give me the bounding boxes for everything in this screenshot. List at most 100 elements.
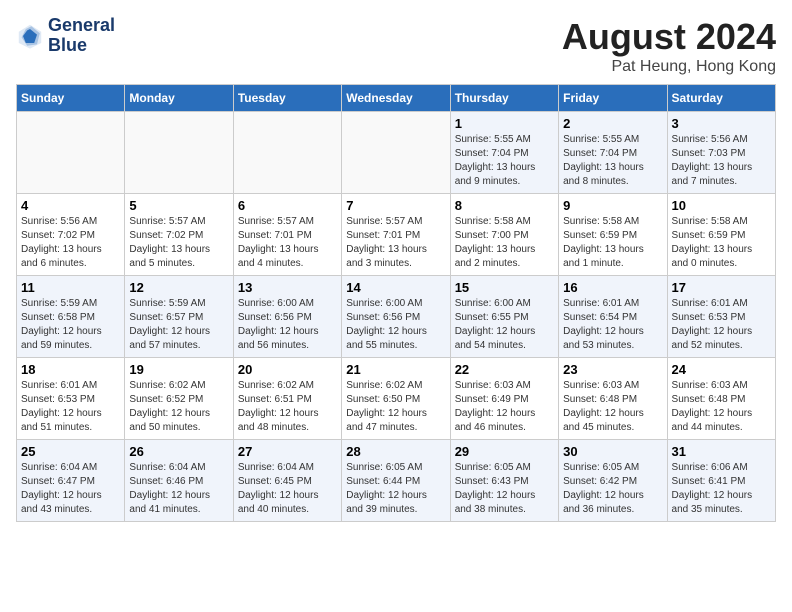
day-number: 16 <box>563 280 662 295</box>
calendar-cell: 26 Sunrise: 6:04 AM Sunset: 6:46 PM Dayli… <box>125 440 233 522</box>
calendar-cell: 14Sunrise: 6:00 AM Sunset: 6:56 PM Dayli… <box>342 276 450 358</box>
day-number: 30 <box>563 444 662 459</box>
day-header: Saturday <box>667 85 775 112</box>
day-number: 27 <box>238 444 337 459</box>
day-header: Thursday <box>450 85 558 112</box>
calendar-cell <box>17 112 125 194</box>
day-info: Sunrise: 6:03 AM Sunset: 6:48 PM Dayligh… <box>563 379 662 435</box>
calendar-cell: 15Sunrise: 6:00 AM Sunset: 6:55 PM Dayli… <box>450 276 558 358</box>
calendar-cell: 22Sunrise: 6:03 AM Sunset: 6:49 PM Dayli… <box>450 358 558 440</box>
logo-text: General Blue <box>48 16 115 56</box>
calendar-cell: 31Sunrise: 6:06 AM Sunset: 6:41 PM Dayli… <box>667 440 775 522</box>
calendar-cell: 3Sunrise: 5:56 AM Sunset: 7:03 PM Daylig… <box>667 112 775 194</box>
day-info: Sunrise: 5:57 AM Sunset: 7:02 PM Dayligh… <box>129 215 228 271</box>
day-number: 22 <box>455 362 554 377</box>
day-number: 20 <box>238 362 337 377</box>
day-info: Sunrise: 6:04 AM Sunset: 6:46 PM Dayligh… <box>129 461 228 517</box>
day-info: Sunrise: 6:04 AM Sunset: 6:45 PM Dayligh… <box>238 461 337 517</box>
day-info: Sunrise: 6:00 AM Sunset: 6:56 PM Dayligh… <box>346 297 445 353</box>
day-number: 9 <box>563 198 662 213</box>
calendar-cell: 12 Sunrise: 5:59 AM Sunset: 6:57 PM Dayli… <box>125 276 233 358</box>
day-number: 5 <box>129 198 228 213</box>
day-info: Sunrise: 6:03 AM Sunset: 6:48 PM Dayligh… <box>672 379 771 435</box>
day-number: 26 <box>129 444 228 459</box>
day-number: 4 <box>21 198 120 213</box>
calendar-cell: 19 Sunrise: 6:02 AM Sunset: 6:52 PM Dayli… <box>125 358 233 440</box>
day-info: Sunrise: 5:57 AM Sunset: 7:01 PM Dayligh… <box>238 215 337 271</box>
day-info: Sunrise: 6:04 AM Sunset: 6:47 PM Dayligh… <box>21 461 120 517</box>
day-header: Wednesday <box>342 85 450 112</box>
day-number: 8 <box>455 198 554 213</box>
day-number: 17 <box>672 280 771 295</box>
day-number: 7 <box>346 198 445 213</box>
day-header: Monday <box>125 85 233 112</box>
header: General Blue August 2024 Pat Heung, Hong… <box>16 16 776 76</box>
day-info: Sunrise: 5:58 AM Sunset: 6:59 PM Dayligh… <box>672 215 771 271</box>
calendar-cell <box>342 112 450 194</box>
calendar-cell: 21 Sunrise: 6:02 AM Sunset: 6:50 PM Dayli… <box>342 358 450 440</box>
calendar-cell: 6Sunrise: 5:57 AM Sunset: 7:01 PM Daylig… <box>233 194 341 276</box>
day-number: 24 <box>672 362 771 377</box>
calendar-cell: 11 Sunrise: 5:59 AM Sunset: 6:58 PM Dayli… <box>17 276 125 358</box>
calendar-cell: 30Sunrise: 6:05 AM Sunset: 6:42 PM Dayli… <box>559 440 667 522</box>
calendar-cell: 28Sunrise: 6:05 AM Sunset: 6:44 PM Dayli… <box>342 440 450 522</box>
day-info: Sunrise: 5:55 AM Sunset: 7:04 PM Dayligh… <box>455 133 554 189</box>
day-info: Sunrise: 5:58 AM Sunset: 7:00 PM Dayligh… <box>455 215 554 271</box>
calendar-cell: 29 Sunrise: 6:05 AM Sunset: 6:43 PM Dayli… <box>450 440 558 522</box>
calendar-cell: 9 Sunrise: 5:58 AM Sunset: 6:59 PM Daylig… <box>559 194 667 276</box>
calendar-cell: 4 Sunrise: 5:56 AM Sunset: 7:02 PM Daylig… <box>17 194 125 276</box>
day-number: 11 <box>21 280 120 295</box>
calendar-cell: 13 Sunrise: 6:00 AM Sunset: 6:56 PM Dayli… <box>233 276 341 358</box>
day-info: Sunrise: 5:59 AM Sunset: 6:57 PM Dayligh… <box>129 297 228 353</box>
day-number: 31 <box>672 444 771 459</box>
day-info: Sunrise: 6:00 AM Sunset: 6:56 PM Dayligh… <box>238 297 337 353</box>
subtitle: Pat Heung, Hong Kong <box>562 58 776 76</box>
day-number: 12 <box>129 280 228 295</box>
day-info: Sunrise: 6:05 AM Sunset: 6:43 PM Dayligh… <box>455 461 554 517</box>
day-number: 10 <box>672 198 771 213</box>
calendar-cell: 10 Sunrise: 5:58 AM Sunset: 6:59 PM Dayli… <box>667 194 775 276</box>
day-number: 29 <box>455 444 554 459</box>
day-info: Sunrise: 6:02 AM Sunset: 6:50 PM Dayligh… <box>346 379 445 435</box>
calendar-week-row: 25Sunrise: 6:04 AM Sunset: 6:47 PM Dayli… <box>17 440 776 522</box>
calendar-cell: 27 Sunrise: 6:04 AM Sunset: 6:45 PM Dayli… <box>233 440 341 522</box>
day-info: Sunrise: 5:57 AM Sunset: 7:01 PM Dayligh… <box>346 215 445 271</box>
calendar-body: 1Sunrise: 5:55 AM Sunset: 7:04 PM Daylig… <box>17 112 776 522</box>
day-header: Friday <box>559 85 667 112</box>
day-info: Sunrise: 6:01 AM Sunset: 6:54 PM Dayligh… <box>563 297 662 353</box>
calendar-week-row: 18 Sunrise: 6:01 AM Sunset: 6:53 PM Dayli… <box>17 358 776 440</box>
logo-icon <box>16 22 44 50</box>
calendar-cell: 23Sunrise: 6:03 AM Sunset: 6:48 PM Dayli… <box>559 358 667 440</box>
calendar-cell: 18 Sunrise: 6:01 AM Sunset: 6:53 PM Dayli… <box>17 358 125 440</box>
day-info: Sunrise: 5:58 AM Sunset: 6:59 PM Dayligh… <box>563 215 662 271</box>
day-info: Sunrise: 6:01 AM Sunset: 6:53 PM Dayligh… <box>21 379 120 435</box>
day-info: Sunrise: 6:00 AM Sunset: 6:55 PM Dayligh… <box>455 297 554 353</box>
day-info: Sunrise: 5:55 AM Sunset: 7:04 PM Dayligh… <box>563 133 662 189</box>
day-number: 13 <box>238 280 337 295</box>
day-info: Sunrise: 6:02 AM Sunset: 6:52 PM Dayligh… <box>129 379 228 435</box>
calendar-table: SundayMondayTuesdayWednesdayThursdayFrid… <box>16 84 776 522</box>
calendar-week-row: 11 Sunrise: 5:59 AM Sunset: 6:58 PM Dayli… <box>17 276 776 358</box>
day-info: Sunrise: 6:05 AM Sunset: 6:44 PM Dayligh… <box>346 461 445 517</box>
calendar-cell: 17 Sunrise: 6:01 AM Sunset: 6:53 PM Dayli… <box>667 276 775 358</box>
calendar-cell <box>125 112 233 194</box>
day-info: Sunrise: 5:56 AM Sunset: 7:02 PM Dayligh… <box>21 215 120 271</box>
logo: General Blue <box>16 16 115 56</box>
main-title: August 2024 <box>562 16 776 58</box>
day-number: 19 <box>129 362 228 377</box>
calendar-cell: 5 Sunrise: 5:57 AM Sunset: 7:02 PM Daylig… <box>125 194 233 276</box>
calendar-cell: 24 Sunrise: 6:03 AM Sunset: 6:48 PM Dayli… <box>667 358 775 440</box>
calendar-cell: 25Sunrise: 6:04 AM Sunset: 6:47 PM Dayli… <box>17 440 125 522</box>
day-info: Sunrise: 6:01 AM Sunset: 6:53 PM Dayligh… <box>672 297 771 353</box>
title-area: August 2024 Pat Heung, Hong Kong <box>562 16 776 76</box>
day-number: 21 <box>346 362 445 377</box>
calendar-week-row: 4 Sunrise: 5:56 AM Sunset: 7:02 PM Daylig… <box>17 194 776 276</box>
day-number: 18 <box>21 362 120 377</box>
day-info: Sunrise: 5:59 AM Sunset: 6:58 PM Dayligh… <box>21 297 120 353</box>
calendar-cell: 2Sunrise: 5:55 AM Sunset: 7:04 PM Daylig… <box>559 112 667 194</box>
calendar-cell: 1Sunrise: 5:55 AM Sunset: 7:04 PM Daylig… <box>450 112 558 194</box>
day-header: Sunday <box>17 85 125 112</box>
day-number: 3 <box>672 116 771 131</box>
calendar-cell: 8 Sunrise: 5:58 AM Sunset: 7:00 PM Daylig… <box>450 194 558 276</box>
calendar-week-row: 1Sunrise: 5:55 AM Sunset: 7:04 PM Daylig… <box>17 112 776 194</box>
